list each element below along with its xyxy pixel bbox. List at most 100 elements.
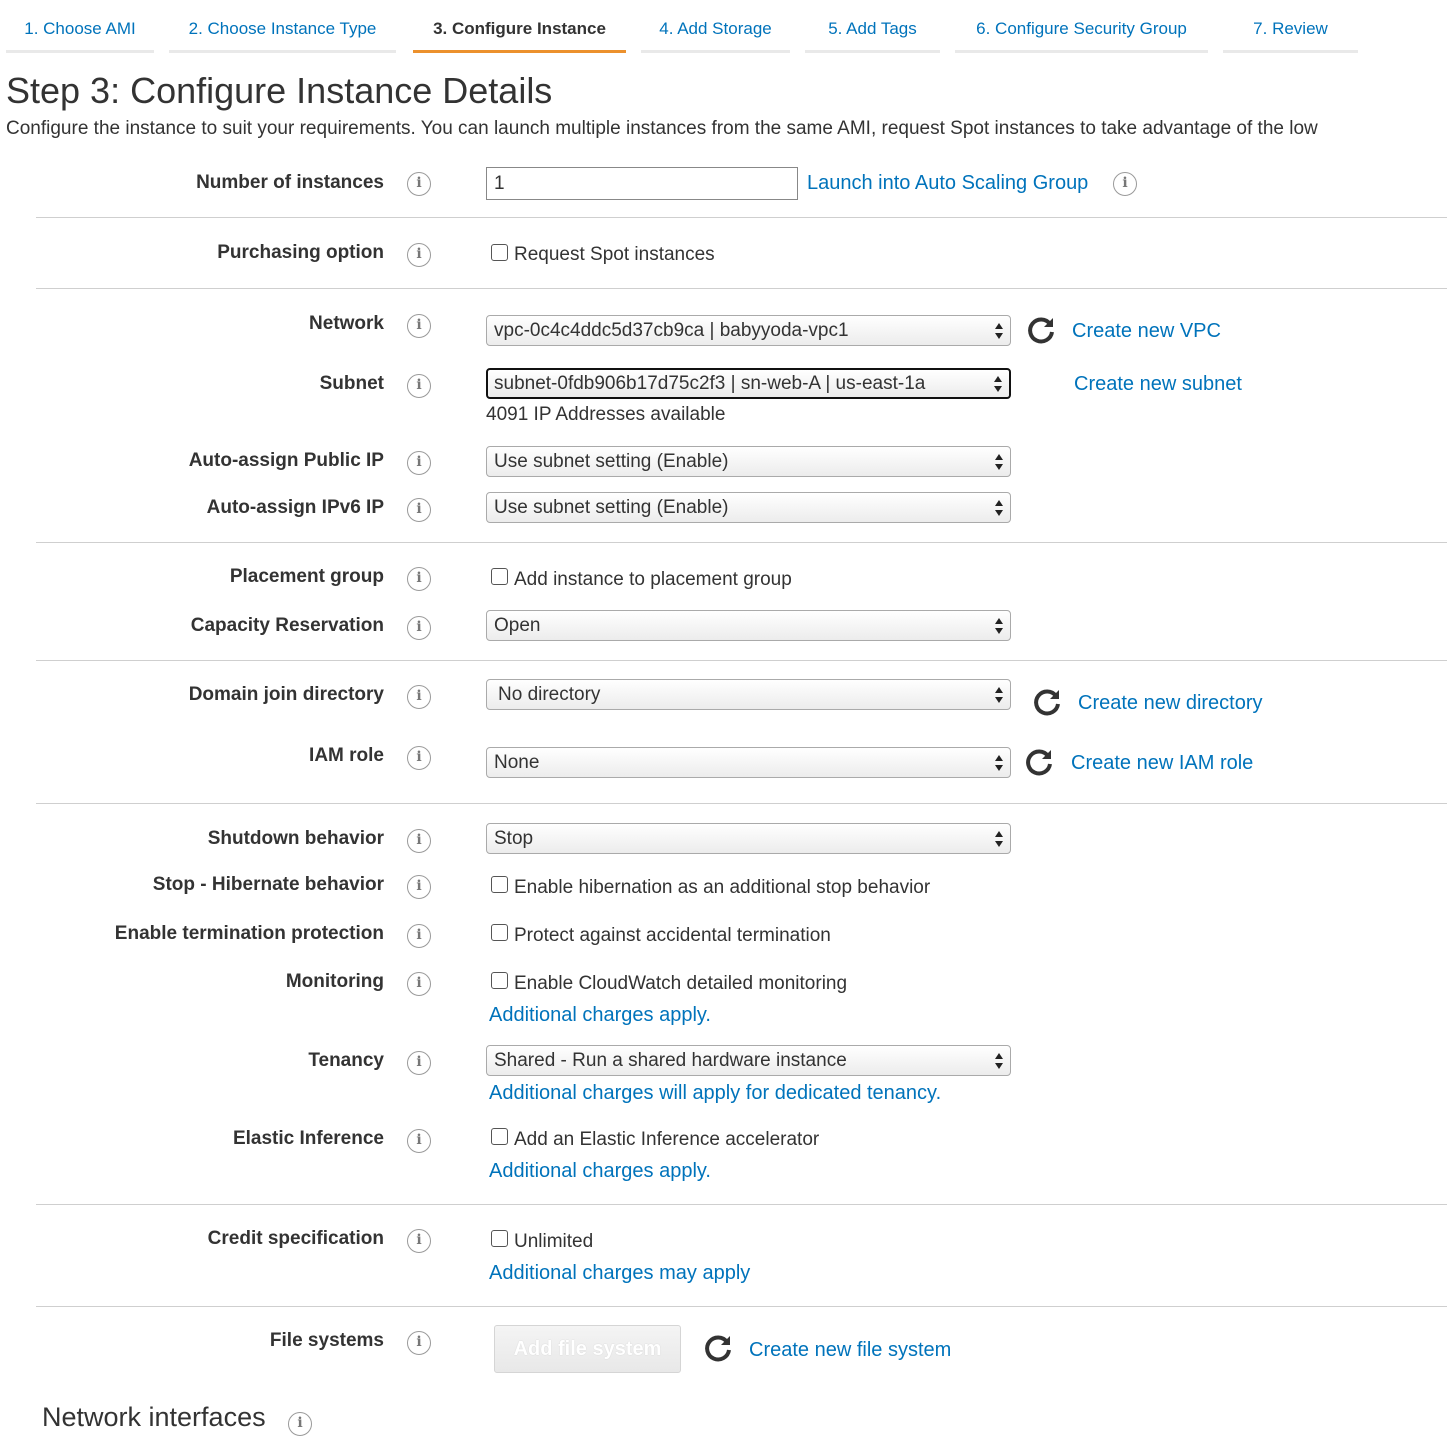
updown-arrows-icon <box>995 755 1003 771</box>
info-icon[interactable]: i <box>407 972 431 996</box>
divider <box>36 660 1447 661</box>
shutdown-behavior-select[interactable]: Stop <box>486 823 1011 854</box>
divider <box>36 217 1447 218</box>
credit-label: Credit specification <box>207 1228 384 1249</box>
divider <box>36 288 1447 289</box>
info-icon[interactable]: i <box>407 829 431 853</box>
ipv6-label: Auto-assign IPv6 IP <box>206 497 384 518</box>
info-icon[interactable]: i <box>407 243 431 267</box>
info-icon[interactable]: i <box>407 374 431 398</box>
info-icon[interactable]: i <box>288 1412 312 1436</box>
capacity-label: Capacity Reservation <box>190 615 384 636</box>
tab-review[interactable]: 7. Review <box>1223 0 1358 53</box>
info-icon[interactable]: i <box>407 685 431 709</box>
dedicated-tenancy-charges-link[interactable]: Additional charges will apply for dedica… <box>489 1082 941 1105</box>
tab-configure-security-group[interactable]: 6. Configure Security Group <box>955 0 1208 53</box>
capacity-select-value: Open <box>494 615 541 636</box>
updown-arrows-icon <box>995 687 1003 703</box>
refresh-icon[interactable] <box>1032 687 1062 717</box>
tenancy-select-value: Shared - Run a shared hardware instance <box>494 1050 847 1071</box>
elastic-inference-checkbox[interactable] <box>491 1128 508 1145</box>
tab-add-storage[interactable]: 4. Add Storage <box>641 0 790 53</box>
create-file-system-link[interactable]: Create new file system <box>749 1339 951 1362</box>
ip-addresses-available: 4091 IP Addresses available <box>486 404 726 425</box>
spot-instances-label: Request Spot instances <box>514 244 715 265</box>
create-iam-role-link[interactable]: Create new IAM role <box>1071 752 1253 775</box>
spot-instances-checkbox[interactable] <box>491 244 508 261</box>
elastic-inference-checkbox-label: Add an Elastic Inference accelerator <box>514 1129 820 1150</box>
subnet-select-value: subnet-0fdb906b17d75c2f3 | sn-web-A | us… <box>494 373 926 394</box>
purchasing-label: Purchasing option <box>217 242 384 263</box>
network-interfaces-heading: Network interfaces <box>42 1402 266 1432</box>
iam-select-value: None <box>494 752 540 773</box>
unlimited-checkbox[interactable] <box>491 1230 508 1247</box>
info-icon[interactable]: i <box>407 875 431 899</box>
info-icon[interactable]: i <box>407 314 431 338</box>
info-icon[interactable]: i <box>407 498 431 522</box>
info-icon[interactable]: i <box>407 172 431 196</box>
elastic-inference-label: Elastic Inference <box>232 1128 384 1149</box>
auto-scaling-link[interactable]: Launch into Auto Scaling Group <box>807 172 1088 195</box>
monitoring-charges-link[interactable]: Additional charges apply. <box>489 1004 711 1027</box>
termination-label: Enable termination protection <box>114 923 384 944</box>
page-title: Step 3: Configure Instance Details <box>6 70 553 111</box>
tenancy-select[interactable]: Shared - Run a shared hardware instance <box>486 1045 1011 1076</box>
placement-group-checkbox[interactable] <box>491 568 508 585</box>
info-icon[interactable]: i <box>407 1229 431 1253</box>
termination-checkbox-label: Protect against accidental termination <box>514 925 831 946</box>
shutdown-label: Shutdown behavior <box>207 828 384 849</box>
number-of-instances-input[interactable] <box>486 167 798 200</box>
iam-role-select[interactable]: None <box>486 747 1011 778</box>
public-ip-label: Auto-assign Public IP <box>188 450 384 471</box>
network-label: Network <box>309 313 384 334</box>
termination-protection-checkbox[interactable] <box>491 924 508 941</box>
refresh-icon[interactable] <box>703 1333 733 1363</box>
public-ip-select-value: Use subnet setting (Enable) <box>494 451 729 472</box>
create-subnet-link[interactable]: Create new subnet <box>1074 373 1242 396</box>
tab-configure-instance[interactable]: 3. Configure Instance <box>413 0 626 53</box>
tab-choose-ami[interactable]: 1. Choose AMI <box>6 0 154 53</box>
updown-arrows-icon <box>995 323 1003 339</box>
info-icon[interactable]: i <box>407 1051 431 1075</box>
tab-choose-instance-type[interactable]: 2. Choose Instance Type <box>169 0 396 53</box>
network-select-value: vpc-0c4c4ddc5d37cb9ca | babyyoda-vpc1 <box>494 320 849 341</box>
monitoring-checkbox-label: Enable CloudWatch detailed monitoring <box>514 973 848 994</box>
subnet-label: Subnet <box>319 373 384 394</box>
refresh-icon[interactable] <box>1024 747 1054 777</box>
domain-label: Domain join directory <box>188 684 384 705</box>
create-vpc-link[interactable]: Create new VPC <box>1072 320 1221 343</box>
hibernation-checkbox-label: Enable hibernation as an additional stop… <box>514 877 931 898</box>
network-select[interactable]: vpc-0c4c4ddc5d37cb9ca | babyyoda-vpc1 <box>486 315 1011 346</box>
create-directory-link[interactable]: Create new directory <box>1078 692 1263 715</box>
tenancy-label: Tenancy <box>308 1050 384 1071</box>
capacity-reservation-select[interactable]: Open <box>486 610 1011 641</box>
elastic-inference-charges-link[interactable]: Additional charges apply. <box>489 1160 711 1183</box>
wizard-tabs: 1. Choose AMI 2. Choose Instance Type 3.… <box>0 0 1447 54</box>
domain-select-value: No directory <box>498 684 601 705</box>
info-icon[interactable]: i <box>407 1129 431 1153</box>
info-icon[interactable]: i <box>1113 172 1137 196</box>
ipv6-select[interactable]: Use subnet setting (Enable) <box>486 492 1011 523</box>
divider <box>36 1204 1447 1205</box>
domain-directory-select[interactable]: No directory <box>486 679 1011 710</box>
hibernation-checkbox[interactable] <box>491 876 508 893</box>
updown-arrows-icon <box>995 500 1003 516</box>
add-file-system-button: Add file system <box>494 1325 681 1373</box>
divider <box>36 1306 1447 1307</box>
iam-label: IAM role <box>309 745 384 766</box>
credit-charges-link[interactable]: Additional charges may apply <box>489 1262 750 1285</box>
info-icon[interactable]: i <box>407 616 431 640</box>
info-icon[interactable]: i <box>407 924 431 948</box>
cloudwatch-monitoring-checkbox[interactable] <box>491 972 508 989</box>
shutdown-select-value: Stop <box>494 828 534 849</box>
info-icon[interactable]: i <box>407 1331 431 1355</box>
hibernate-label: Stop - Hibernate behavior <box>152 874 384 895</box>
public-ip-select[interactable]: Use subnet setting (Enable) <box>486 446 1011 477</box>
refresh-icon[interactable] <box>1026 315 1056 345</box>
subnet-select[interactable]: subnet-0fdb906b17d75c2f3 | sn-web-A | us… <box>486 368 1011 399</box>
tab-add-tags[interactable]: 5. Add Tags <box>805 0 940 53</box>
info-icon[interactable]: i <box>407 451 431 475</box>
updown-arrows-icon <box>995 618 1003 634</box>
info-icon[interactable]: i <box>407 746 431 770</box>
info-icon[interactable]: i <box>407 567 431 591</box>
